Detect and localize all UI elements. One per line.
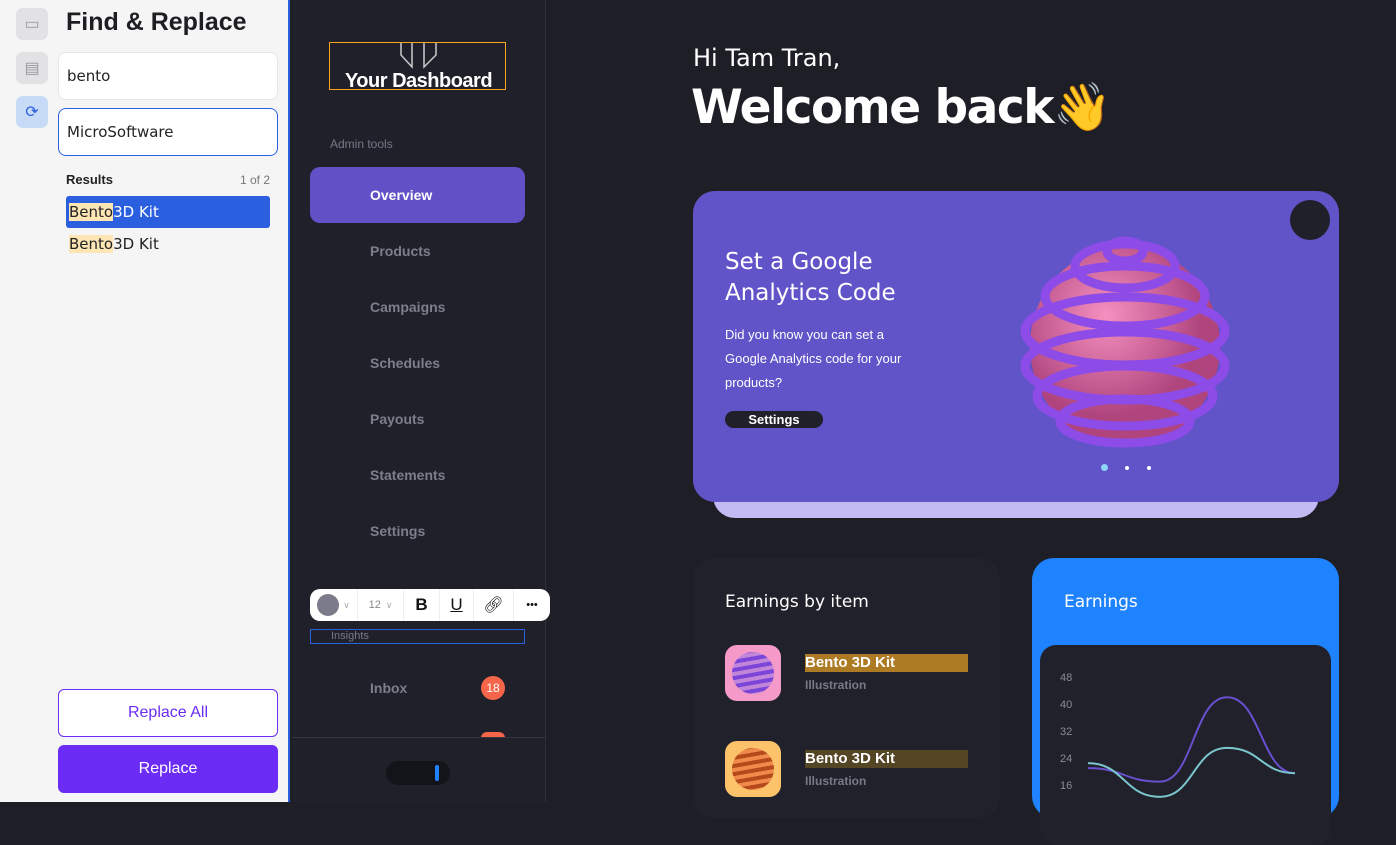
y-tick-label: 16 <box>1060 780 1072 792</box>
results-count: 1 of 2 <box>240 173 271 187</box>
item-category: Illustration <box>805 678 867 692</box>
divider <box>292 737 546 738</box>
settings-button[interactable]: Settings <box>725 411 823 428</box>
nav-insights[interactable]: Insights <box>310 629 525 644</box>
section-label: Admin tools <box>330 137 393 151</box>
comment-icon[interactable]: ▤ <box>16 52 48 84</box>
sphere-icon <box>732 652 774 694</box>
nav-settings[interactable]: Settings <box>310 503 525 559</box>
spiral-illustration <box>1020 236 1230 448</box>
close-button[interactable] <box>1290 200 1330 240</box>
sidebar: Your Dashboard Admin tools Overview Prod… <box>292 0 550 802</box>
chevron-down-icon: ∨ <box>385 599 393 610</box>
chart-svg: 48 40 32 24 16 <box>1060 672 1296 798</box>
series-line <box>1087 696 1296 783</box>
carousel-dot-active[interactable] <box>1101 464 1108 471</box>
match-highlight: Bento <box>69 203 114 221</box>
color-swatch <box>317 594 340 616</box>
card-title: Earnings <box>1064 592 1138 612</box>
font-size-value: 12 <box>368 599 381 611</box>
inbox-badge: 18 <box>481 676 505 700</box>
link-icon[interactable]: 🔗︎ <box>474 589 514 621</box>
inbox-label: Inbox <box>370 680 408 696</box>
result-text: 3D Kit <box>113 235 159 253</box>
text-format-toolbar: ∨ 12 ∨ B U 🔗︎ ••• <box>310 589 550 621</box>
replace-input[interactable]: MicroSoftware <box>58 108 278 156</box>
card-title: Earnings by item <box>725 592 869 612</box>
replace-button[interactable]: Replace <box>58 745 278 793</box>
results-label: Results <box>66 172 113 187</box>
font-size-select[interactable]: 12 ∨ <box>358 589 404 621</box>
logo-text: Your Dashboard <box>344 70 493 92</box>
result-item[interactable]: Bento 3D Kit <box>66 228 270 260</box>
underline-button[interactable]: U <box>440 589 474 621</box>
logo: Your Dashboard <box>329 42 506 92</box>
result-text: 3D Kit <box>113 203 159 221</box>
nav-payouts[interactable]: Payouts <box>310 391 525 447</box>
find-input[interactable]: bento <box>58 52 278 100</box>
nav-schedules[interactable]: Schedules <box>310 335 525 391</box>
item-thumbnail <box>725 645 781 701</box>
item-name[interactable]: Bento 3D Kit <box>805 750 968 768</box>
welcome-heading: Welcome back👋 <box>691 80 1112 135</box>
nav-products[interactable]: Products <box>310 223 525 279</box>
panel-title: Find & Replace <box>66 8 247 36</box>
layout-icon[interactable]: ▭ <box>16 8 48 40</box>
item-name[interactable]: Bento 3D Kit <box>805 654 968 672</box>
match-highlight: Bento <box>69 235 114 253</box>
result-item[interactable]: Bento 3D Kit <box>66 196 270 228</box>
promo-title: Set a Google Analytics Code <box>725 249 896 306</box>
nav-overview[interactable]: Overview <box>310 167 525 223</box>
find-replace-panel: ▭ ▤ ⟳ Find & Replace bento MicroSoftware… <box>0 0 290 802</box>
nav-campaigns[interactable]: Campaigns <box>310 279 525 335</box>
replace-all-button[interactable]: Replace All <box>58 689 278 737</box>
chevron-down-icon: ∨ <box>343 599 350 610</box>
earnings-chart: 48 40 32 24 16 <box>1040 645 1331 845</box>
item-category: Illustration <box>805 774 867 788</box>
item-thumbnail <box>725 741 781 797</box>
toggle-knob <box>435 765 439 781</box>
carousel-dot[interactable] <box>1147 466 1151 470</box>
theme-toggle[interactable] <box>386 761 450 785</box>
y-tick-label: 40 <box>1060 699 1072 711</box>
greeting: Hi Tam Tran, <box>693 44 841 72</box>
bold-button[interactable]: B <box>404 589 440 621</box>
y-tick-label: 48 <box>1060 672 1072 684</box>
promo-body: Did you know you can set a Google Analyt… <box>725 327 902 390</box>
earnings-by-item-card: Earnings by item Bento 3D Kit Illustrati… <box>693 558 1000 818</box>
replace-icon[interactable]: ⟳ <box>16 96 48 128</box>
color-picker[interactable]: ∨ <box>310 589 358 621</box>
nav-statements[interactable]: Statements <box>310 447 525 503</box>
promo-card: Set a Google Analytics Code Did you know… <box>693 191 1339 502</box>
y-tick-label: 32 <box>1060 726 1072 738</box>
y-tick-label: 24 <box>1060 753 1072 765</box>
earnings-card: Earnings 48 40 32 24 16 <box>1032 558 1339 845</box>
carousel-dot[interactable] <box>1125 466 1129 470</box>
more-button[interactable]: ••• <box>514 589 550 621</box>
logo-icon <box>400 43 437 69</box>
sphere-icon <box>732 748 774 790</box>
